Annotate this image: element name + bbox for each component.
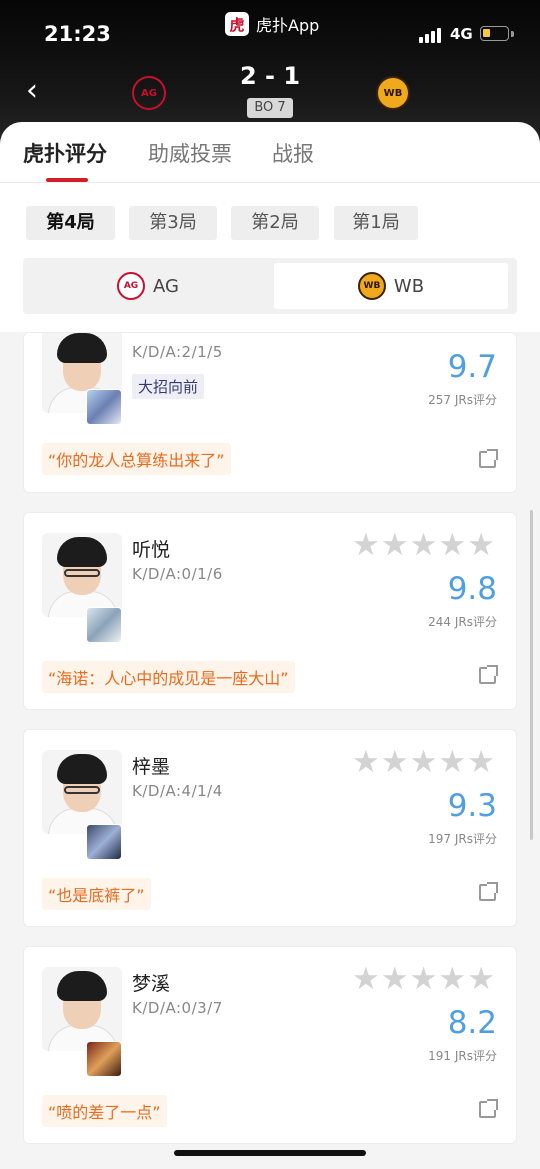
home-indicator xyxy=(174,1150,366,1156)
tab-divider xyxy=(0,182,540,183)
hero-avatar-icon xyxy=(86,824,122,860)
share-icon[interactable] xyxy=(479,1099,498,1118)
player-quote: “也是底裤了” xyxy=(42,878,151,910)
battery-cap xyxy=(511,31,514,37)
app-logo-icon: 虎 xyxy=(225,12,249,36)
player-votes: 197 JRs评分 xyxy=(428,832,497,846)
player-name: 梓墨 xyxy=(132,756,171,778)
tab-cheer-vote[interactable]: 助威投票 xyxy=(148,138,232,168)
game-3-tab[interactable]: 第3局 xyxy=(129,206,217,240)
player-avatar xyxy=(42,750,122,834)
player-card[interactable]: K/D/A:2/1/5 大招向前 9.7 257 JRs评分 “你的龙人总算练出… xyxy=(23,332,517,493)
network-type: 4G xyxy=(450,25,473,43)
game-2-tab[interactable]: 第2局 xyxy=(231,206,319,240)
wb-logo-icon: WB xyxy=(357,272,386,300)
game-1-tab[interactable]: 第1局 xyxy=(334,206,418,240)
wb-team-logo[interactable]: WB xyxy=(376,76,410,110)
team-name-ag: AG xyxy=(153,275,179,297)
player-kda: K/D/A:4/1/4 xyxy=(132,782,223,800)
signal-icon xyxy=(419,27,443,43)
player-avatar xyxy=(42,967,122,1051)
team-name-wb: WB xyxy=(393,275,425,297)
hero-avatar-icon xyxy=(86,389,122,425)
player-quote: “你的龙人总算练出来了” xyxy=(42,443,231,475)
player-score: 9.3 xyxy=(447,788,497,824)
player-votes: 191 JRs评分 xyxy=(428,1049,497,1063)
player-quote: “海诺：人心中的成见是一座大山” xyxy=(42,661,295,693)
match-score: 2 - 1 xyxy=(239,62,301,90)
share-icon[interactable] xyxy=(479,882,498,901)
player-votes: 257 JRs评分 xyxy=(428,393,497,407)
team-tab-ag[interactable]: AG AG xyxy=(28,263,268,309)
player-score: 9.8 xyxy=(447,571,497,607)
player-name: 梦溪 xyxy=(132,973,171,995)
app-badge[interactable]: 虎 虎扑App xyxy=(225,12,319,36)
player-votes: 244 JRs评分 xyxy=(428,615,497,629)
player-avatar xyxy=(42,533,122,617)
player-kda: K/D/A:0/3/7 xyxy=(132,999,223,1017)
scrollbar[interactable] xyxy=(530,510,533,840)
share-icon[interactable] xyxy=(479,449,498,468)
battery-icon xyxy=(480,26,509,41)
player-card[interactable]: 听悦 K/D/A:0/1/6 ★★★★★ 9.8 244 JRs评分 “海诺：人… xyxy=(23,512,517,710)
player-card[interactable]: 梦溪 K/D/A:0/3/7 ★★★★★ 8.2 191 JRs评分 “喷的差了… xyxy=(23,946,517,1144)
hero-avatar-icon xyxy=(86,1041,122,1077)
player-kda: K/D/A:0/1/6 xyxy=(132,565,223,583)
status-time: 21:23 xyxy=(44,22,111,46)
hero-avatar-icon xyxy=(86,607,122,643)
rating-stars[interactable]: ★★★★★ xyxy=(352,963,496,995)
player-score: 9.7 xyxy=(447,349,497,385)
tab-match-report[interactable]: 战报 xyxy=(272,138,314,168)
player-quote: “喷的差了一点” xyxy=(42,1095,167,1127)
ag-logo-icon: AG xyxy=(117,272,146,300)
rating-stars[interactable]: ★★★★★ xyxy=(352,529,496,561)
share-icon[interactable] xyxy=(479,665,498,684)
player-name: 听悦 xyxy=(132,539,171,561)
player-kda: K/D/A:2/1/5 xyxy=(132,343,223,361)
team-tab-wb[interactable]: WB WB xyxy=(274,263,508,309)
game-4-tab[interactable]: 第4局 xyxy=(26,206,115,240)
rating-stars[interactable]: ★★★★★ xyxy=(352,746,496,778)
app-name: 虎扑App xyxy=(256,16,320,35)
player-card[interactable]: 梓墨 K/D/A:4/1/4 ★★★★★ 9.3 197 JRs评分 “也是底裤… xyxy=(23,729,517,927)
match-format-badge: BO 7 xyxy=(247,98,293,118)
tab-hupu-rating[interactable]: 虎扑评分 xyxy=(23,138,107,168)
player-score: 8.2 xyxy=(447,1005,497,1041)
player-tag: 大招向前 xyxy=(132,374,205,399)
team-switch: AG AG WB WB xyxy=(23,258,517,314)
content-panel: 虎扑评分 助威投票 战报 第4局 第3局 第2局 第1局 AG AG WB WB xyxy=(0,122,540,332)
